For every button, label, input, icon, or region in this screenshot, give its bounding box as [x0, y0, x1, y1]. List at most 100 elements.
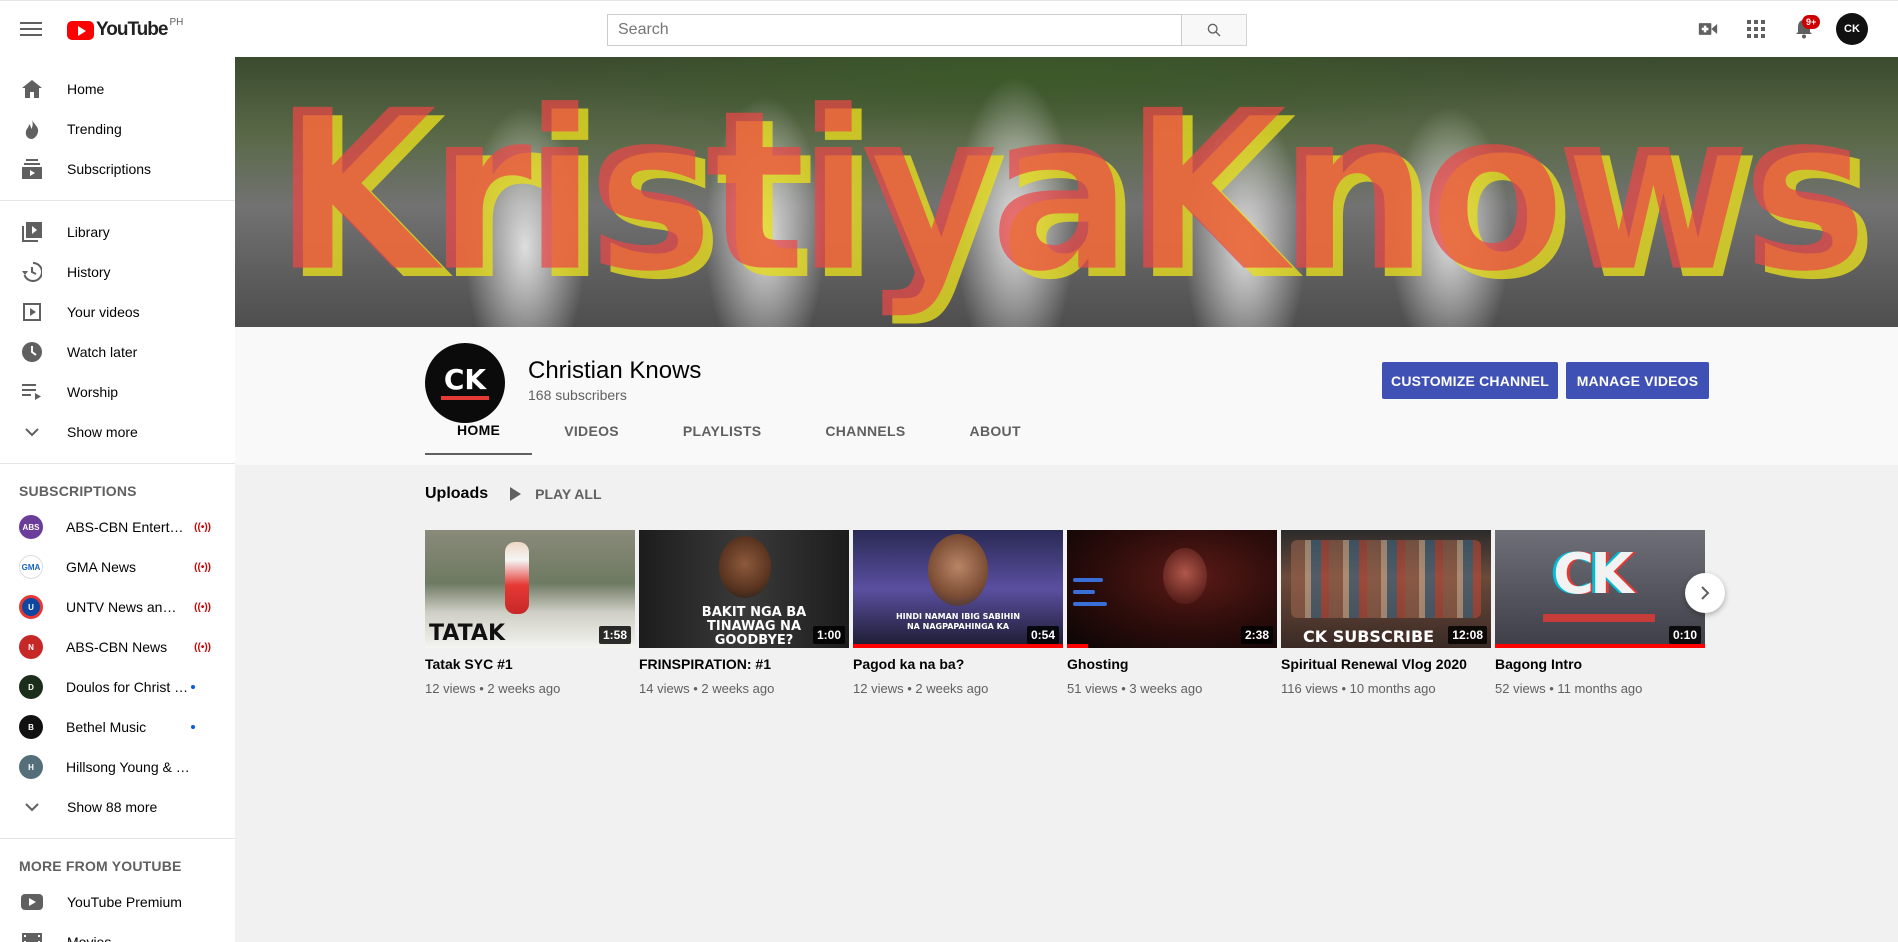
subscription-label: GMA News — [66, 559, 137, 575]
tab-videos[interactable]: VIDEOS — [532, 407, 651, 455]
notification-count: 9+ — [1802, 15, 1821, 29]
sidebar-item-movies[interactable]: Movies — [0, 922, 235, 942]
video-title[interactable]: Tatak SYC #1 — [425, 656, 635, 672]
sidebar-item-youtube-premium[interactable]: YouTube Premium — [0, 882, 235, 922]
search-input[interactable] — [607, 14, 1182, 46]
video-thumbnail[interactable]: CK SUBSCRIBE 12:08 — [1281, 530, 1491, 648]
video-thumbnail[interactable]: CK 0:10 — [1495, 530, 1705, 648]
uploads-shelf-header: Uploads PLAY ALL — [425, 485, 602, 503]
video-title[interactable]: Bagong Intro — [1495, 656, 1705, 672]
channel-avatar: B — [19, 715, 43, 739]
subscription-label: Bethel Music — [66, 719, 147, 735]
video-meta: 12 views • 2 weeks ago — [853, 681, 989, 696]
shelf-next-button[interactable] — [1685, 573, 1725, 613]
channel-avatar-stripe — [441, 396, 489, 400]
sidebar-show-more[interactable]: Show more — [0, 412, 235, 452]
chevron-right-icon — [1701, 586, 1710, 600]
video-thumbnail[interactable]: TATAK 1:58 — [425, 530, 635, 648]
video-title[interactable]: FRINSPIRATION: #1 — [639, 656, 849, 672]
youtube-logo[interactable]: YouTube PH — [67, 17, 183, 41]
video-meta: 14 views • 2 weeks ago — [639, 681, 775, 696]
live-icon: ((•)) — [194, 641, 211, 653]
sidebar-show-more-subscriptions[interactable]: Show 88 more — [0, 787, 235, 827]
sidebar-subscription[interactable]: D Doulos for Christ Band — [0, 667, 235, 707]
sidebar-subscription[interactable]: N ABS-CBN News ((•)) — [0, 627, 235, 667]
new-content-dot — [191, 725, 195, 729]
sidebar-subscription[interactable]: GMA GMA News ((•)) — [0, 547, 235, 587]
main-content: KristiyaKnows CK Christian Knows 168 sub… — [235, 57, 1898, 942]
video-card[interactable]: CK 0:10 Bagong Intro 52 views • 11 month… — [1495, 530, 1705, 696]
play-all-button[interactable]: PLAY ALL — [510, 486, 602, 502]
sidebar-subscription[interactable]: U UNTV News and Rescue ((•)) — [0, 587, 235, 627]
account-avatar[interactable]: CK — [1836, 13, 1868, 45]
video-card[interactable]: HINDI NAMAN IBIG SABIHIN NA NAGPAPAHINGA… — [853, 530, 1063, 696]
sidebar-label: YouTube Premium — [67, 894, 182, 910]
tab-home[interactable]: HOME — [425, 407, 533, 455]
tab-about[interactable]: ABOUT — [938, 407, 1053, 455]
home-icon — [20, 77, 44, 101]
sidebar-label: History — [67, 264, 111, 280]
sidebar-item-subscriptions[interactable]: Subscriptions — [0, 149, 235, 189]
video-duration: 0:10 — [1668, 626, 1701, 644]
sidebar-item-your-videos[interactable]: Your videos — [0, 292, 235, 332]
subscriptions-icon — [20, 157, 44, 181]
notifications-button[interactable]: 9+ — [1780, 13, 1828, 45]
video-title[interactable]: Spiritual Renewal Vlog 2020 — [1281, 656, 1491, 672]
sidebar-label: Library — [67, 224, 110, 240]
sidebar-item-library[interactable]: Library — [0, 212, 235, 252]
sidebar-item-home[interactable]: Home — [0, 69, 235, 109]
video-card[interactable]: CK SUBSCRIBE 12:08 Spiritual Renewal Vlo… — [1281, 530, 1491, 696]
sidebar-subscription[interactable]: B Bethel Music — [0, 707, 235, 747]
thumbnail-text: HINDI NAMAN IBIG SABIHIN NA NAGPAPAHINGA… — [895, 612, 1021, 631]
sidebar-item-worship[interactable]: Worship — [0, 372, 235, 412]
video-thumbnail[interactable]: HINDI NAMAN IBIG SABIHIN NA NAGPAPAHINGA… — [853, 530, 1063, 648]
menu-icon[interactable] — [20, 19, 42, 39]
video-meta: 51 views • 3 weeks ago — [1067, 681, 1203, 696]
subscription-label: Doulos for Christ Band — [66, 679, 191, 695]
create-video-button[interactable] — [1684, 13, 1732, 45]
subscription-label: ABS-CBN News — [66, 639, 168, 655]
sidebar-subscription[interactable]: H Hillsong Young & Free — [0, 747, 235, 787]
sidebar-label: Trending — [67, 121, 122, 137]
video-duration: 12:08 — [1448, 626, 1487, 644]
apps-button[interactable] — [1732, 13, 1780, 45]
thumbnail-group-photo — [1291, 540, 1481, 618]
video-meta: 52 views • 11 months ago — [1495, 681, 1643, 696]
thumbnail-stripe — [1543, 614, 1655, 622]
watch-progress-bar — [853, 644, 1063, 648]
play-all-label: PLAY ALL — [535, 486, 602, 502]
sidebar-item-trending[interactable]: Trending — [0, 109, 235, 149]
banner-title: KristiyaKnows — [273, 62, 1868, 321]
video-title[interactable]: Ghosting — [1067, 656, 1277, 672]
sidebar-label: Watch later — [67, 344, 138, 360]
sidebar: Home Trending Subscriptions Library Hist… — [0, 57, 235, 942]
thumbnail-figure — [1163, 548, 1207, 604]
sidebar-item-watch-later[interactable]: Watch later — [0, 332, 235, 372]
video-thumbnail[interactable]: 2:38 — [1067, 530, 1277, 648]
tab-channels[interactable]: CHANNELS — [793, 407, 937, 455]
sidebar-item-history[interactable]: History — [0, 252, 235, 292]
sidebar-subscription[interactable]: ABS ABS-CBN Entertainment ((•)) — [0, 507, 235, 547]
uploads-title[interactable]: Uploads — [425, 485, 488, 503]
video-thumbnail[interactable]: BAKIT NGA BA TINAWAG NA GOODBYE? 1:00 — [639, 530, 849, 648]
thumbnail-figure — [928, 534, 988, 606]
search-button[interactable] — [1182, 14, 1247, 46]
video-card[interactable]: BAKIT NGA BA TINAWAG NA GOODBYE? 1:00 FR… — [639, 530, 849, 696]
apps-grid-icon — [1747, 20, 1765, 38]
manage-videos-button[interactable]: MANAGE VIDEOS — [1566, 362, 1709, 399]
video-card[interactable]: TATAK 1:58 Tatak SYC #1 12 views • 2 wee… — [425, 530, 635, 696]
channel-avatar: GMA — [19, 555, 43, 579]
thumbnail-figure — [505, 542, 529, 614]
video-duration: 2:38 — [1240, 626, 1273, 644]
watch-later-icon — [20, 340, 44, 364]
thumbnail-text: TATAK — [429, 621, 505, 646]
video-duration: 0:54 — [1026, 626, 1059, 644]
history-icon — [20, 260, 44, 284]
tab-playlists[interactable]: PLAYLISTS — [651, 407, 793, 455]
home-content: Uploads PLAY ALL TATAK 1:58 Tatak SYC #1… — [235, 465, 1898, 942]
video-title[interactable]: Pagod ka na ba? — [853, 656, 1063, 672]
subscription-label: ABS-CBN Entertainment — [66, 519, 184, 535]
customize-channel-button[interactable]: CUSTOMIZE CHANNEL — [1382, 362, 1558, 399]
channel-avatar: U — [19, 595, 43, 619]
video-card[interactable]: 2:38 Ghosting 51 views • 3 weeks ago — [1067, 530, 1277, 696]
